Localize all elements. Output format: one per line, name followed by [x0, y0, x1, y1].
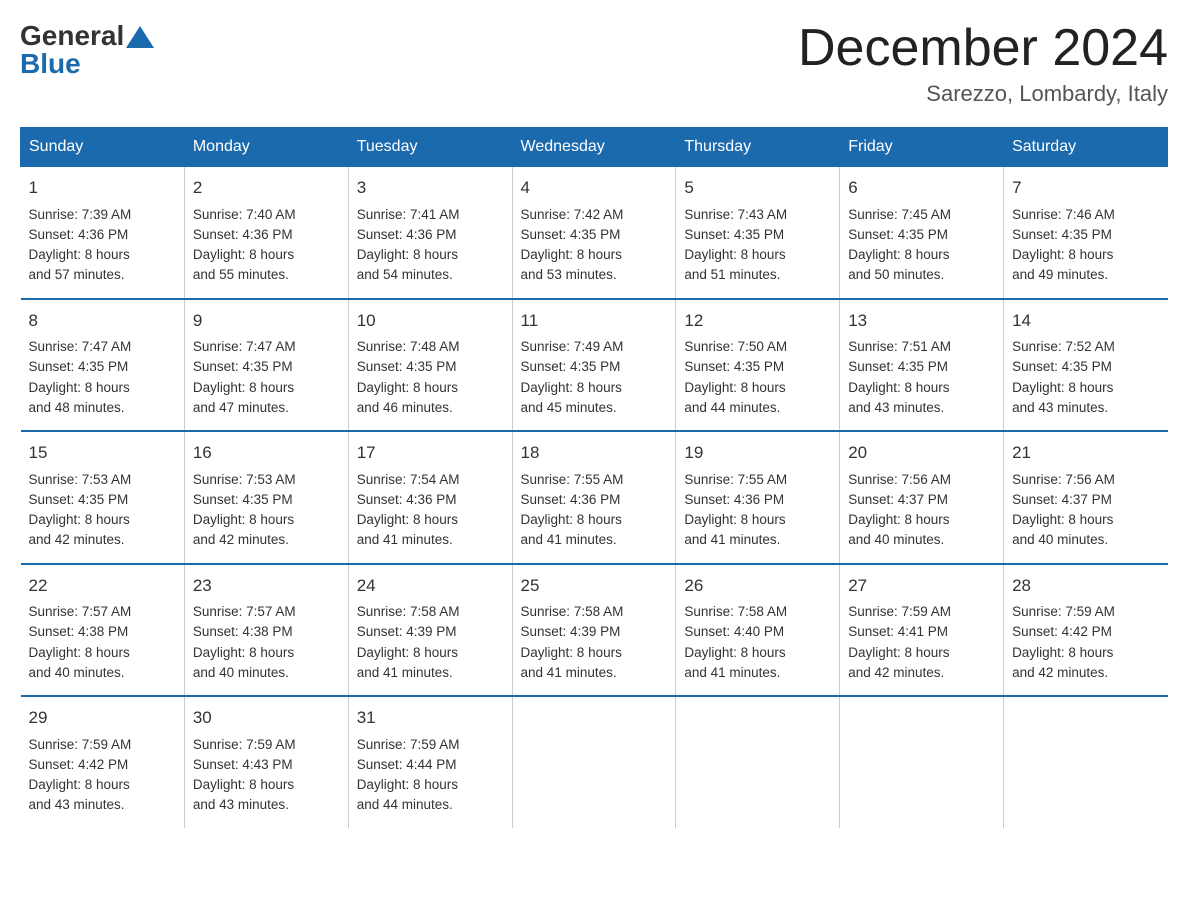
col-thursday: Thursday	[676, 128, 840, 167]
calendar-cell: 21Sunrise: 7:56 AMSunset: 4:37 PMDayligh…	[1004, 431, 1168, 564]
day-number: 15	[29, 440, 176, 466]
logo-text-blue: Blue	[20, 48, 154, 80]
calendar-week-row: 15Sunrise: 7:53 AMSunset: 4:35 PMDayligh…	[21, 431, 1168, 564]
day-number: 27	[848, 573, 995, 599]
day-number: 21	[1012, 440, 1159, 466]
day-number: 13	[848, 308, 995, 334]
month-title: December 2024	[798, 20, 1168, 77]
calendar-cell: 27Sunrise: 7:59 AMSunset: 4:41 PMDayligh…	[840, 564, 1004, 697]
col-wednesday: Wednesday	[512, 128, 676, 167]
calendar-cell: 25Sunrise: 7:58 AMSunset: 4:39 PMDayligh…	[512, 564, 676, 697]
calendar-cell: 4Sunrise: 7:42 AMSunset: 4:35 PMDaylight…	[512, 167, 676, 299]
day-number: 28	[1012, 573, 1159, 599]
calendar-header: Sunday Monday Tuesday Wednesday Thursday…	[21, 128, 1168, 167]
day-number: 1	[29, 175, 176, 201]
day-number: 6	[848, 175, 995, 201]
calendar-cell	[512, 696, 676, 828]
day-number: 20	[848, 440, 995, 466]
calendar-cell: 18Sunrise: 7:55 AMSunset: 4:36 PMDayligh…	[512, 431, 676, 564]
calendar-cell: 22Sunrise: 7:57 AMSunset: 4:38 PMDayligh…	[21, 564, 185, 697]
day-number: 8	[29, 308, 176, 334]
day-number: 29	[29, 705, 176, 731]
day-number: 26	[684, 573, 831, 599]
calendar-cell	[840, 696, 1004, 828]
day-number: 31	[357, 705, 504, 731]
calendar-cell: 11Sunrise: 7:49 AMSunset: 4:35 PMDayligh…	[512, 299, 676, 432]
day-number: 25	[521, 573, 668, 599]
calendar-cell: 20Sunrise: 7:56 AMSunset: 4:37 PMDayligh…	[840, 431, 1004, 564]
calendar-cell: 30Sunrise: 7:59 AMSunset: 4:43 PMDayligh…	[184, 696, 348, 828]
col-friday: Friday	[840, 128, 1004, 167]
day-number: 24	[357, 573, 504, 599]
calendar-cell: 3Sunrise: 7:41 AMSunset: 4:36 PMDaylight…	[348, 167, 512, 299]
day-number: 30	[193, 705, 340, 731]
calendar-cell: 15Sunrise: 7:53 AMSunset: 4:35 PMDayligh…	[21, 431, 185, 564]
calendar-cell: 2Sunrise: 7:40 AMSunset: 4:36 PMDaylight…	[184, 167, 348, 299]
calendar-week-row: 29Sunrise: 7:59 AMSunset: 4:42 PMDayligh…	[21, 696, 1168, 828]
day-number: 19	[684, 440, 831, 466]
day-number: 10	[357, 308, 504, 334]
calendar-cell: 29Sunrise: 7:59 AMSunset: 4:42 PMDayligh…	[21, 696, 185, 828]
calendar-cell: 23Sunrise: 7:57 AMSunset: 4:38 PMDayligh…	[184, 564, 348, 697]
day-number: 14	[1012, 308, 1159, 334]
calendar-cell: 8Sunrise: 7:47 AMSunset: 4:35 PMDaylight…	[21, 299, 185, 432]
logo: General Blue	[20, 20, 154, 80]
calendar-cell: 5Sunrise: 7:43 AMSunset: 4:35 PMDaylight…	[676, 167, 840, 299]
day-number: 9	[193, 308, 340, 334]
title-block: December 2024 Sarezzo, Lombardy, Italy	[798, 20, 1168, 107]
day-number: 7	[1012, 175, 1159, 201]
calendar-cell: 10Sunrise: 7:48 AMSunset: 4:35 PMDayligh…	[348, 299, 512, 432]
day-number: 17	[357, 440, 504, 466]
day-number: 18	[521, 440, 668, 466]
days-of-week-row: Sunday Monday Tuesday Wednesday Thursday…	[21, 128, 1168, 167]
calendar-table: Sunday Monday Tuesday Wednesday Thursday…	[20, 127, 1168, 828]
day-number: 2	[193, 175, 340, 201]
day-number: 4	[521, 175, 668, 201]
calendar-cell: 31Sunrise: 7:59 AMSunset: 4:44 PMDayligh…	[348, 696, 512, 828]
calendar-cell: 12Sunrise: 7:50 AMSunset: 4:35 PMDayligh…	[676, 299, 840, 432]
col-tuesday: Tuesday	[348, 128, 512, 167]
calendar-week-row: 1Sunrise: 7:39 AMSunset: 4:36 PMDaylight…	[21, 167, 1168, 299]
calendar-cell: 14Sunrise: 7:52 AMSunset: 4:35 PMDayligh…	[1004, 299, 1168, 432]
calendar-week-row: 8Sunrise: 7:47 AMSunset: 4:35 PMDaylight…	[21, 299, 1168, 432]
calendar-cell: 17Sunrise: 7:54 AMSunset: 4:36 PMDayligh…	[348, 431, 512, 564]
logo-text-general: General	[20, 20, 124, 51]
calendar-week-row: 22Sunrise: 7:57 AMSunset: 4:38 PMDayligh…	[21, 564, 1168, 697]
calendar-cell: 28Sunrise: 7:59 AMSunset: 4:42 PMDayligh…	[1004, 564, 1168, 697]
calendar-cell: 6Sunrise: 7:45 AMSunset: 4:35 PMDaylight…	[840, 167, 1004, 299]
day-number: 22	[29, 573, 176, 599]
page-header: General Blue December 2024 Sarezzo, Lomb…	[20, 20, 1168, 107]
calendar-cell: 13Sunrise: 7:51 AMSunset: 4:35 PMDayligh…	[840, 299, 1004, 432]
col-monday: Monday	[184, 128, 348, 167]
calendar-cell: 7Sunrise: 7:46 AMSunset: 4:35 PMDaylight…	[1004, 167, 1168, 299]
day-number: 23	[193, 573, 340, 599]
calendar-cell: 16Sunrise: 7:53 AMSunset: 4:35 PMDayligh…	[184, 431, 348, 564]
logo-triangle-icon	[126, 26, 154, 48]
day-number: 12	[684, 308, 831, 334]
calendar-cell: 19Sunrise: 7:55 AMSunset: 4:36 PMDayligh…	[676, 431, 840, 564]
location: Sarezzo, Lombardy, Italy	[798, 81, 1168, 107]
day-number: 5	[684, 175, 831, 201]
day-number: 3	[357, 175, 504, 201]
calendar-cell	[1004, 696, 1168, 828]
calendar-body: 1Sunrise: 7:39 AMSunset: 4:36 PMDaylight…	[21, 167, 1168, 828]
calendar-cell	[676, 696, 840, 828]
calendar-cell: 9Sunrise: 7:47 AMSunset: 4:35 PMDaylight…	[184, 299, 348, 432]
calendar-cell: 26Sunrise: 7:58 AMSunset: 4:40 PMDayligh…	[676, 564, 840, 697]
calendar-cell: 1Sunrise: 7:39 AMSunset: 4:36 PMDaylight…	[21, 167, 185, 299]
calendar-cell: 24Sunrise: 7:58 AMSunset: 4:39 PMDayligh…	[348, 564, 512, 697]
col-sunday: Sunday	[21, 128, 185, 167]
day-number: 11	[521, 308, 668, 334]
day-number: 16	[193, 440, 340, 466]
col-saturday: Saturday	[1004, 128, 1168, 167]
